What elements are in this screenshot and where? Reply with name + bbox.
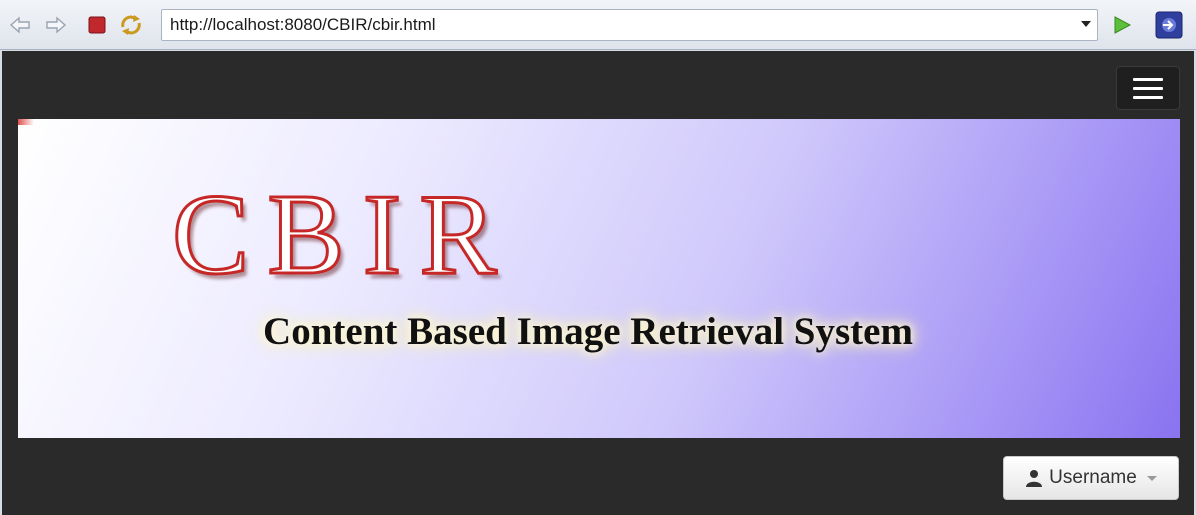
menu-bar-icon [1133,95,1163,99]
address-bar[interactable]: http://localhost:8080/CBIR/cbir.html [161,9,1098,41]
banner-subtitle: Content Based Image Retrieval System [263,310,913,353]
banner-title: CBIR [171,171,515,299]
cbir-banner-image: CBIR Content Based Image Retrieval Syste… [18,119,1180,438]
refresh-icon[interactable] [119,13,143,37]
launch-icon[interactable] [1155,11,1183,39]
url-text[interactable]: http://localhost:8080/CBIR/cbir.html [170,10,436,40]
username-dropdown-button[interactable]: Username [1003,456,1179,500]
username-label: Username [1049,467,1137,488]
caret-down-icon [1146,475,1157,481]
hamburger-menu-button[interactable] [1116,66,1180,110]
go-icon[interactable] [1110,13,1134,37]
chevron-down-icon[interactable] [1081,21,1091,27]
forward-icon[interactable] [44,13,68,37]
stop-icon[interactable] [85,13,109,37]
browser-toolbar: http://localhost:8080/CBIR/cbir.html [0,0,1196,50]
menu-bar-icon [1133,77,1163,81]
page-content: CBIR Content Based Image Retrieval Syste… [2,51,1194,515]
menu-bar-icon [1133,86,1163,90]
user-icon [1026,470,1043,487]
back-icon[interactable] [8,13,32,37]
banner-corner-accent [18,119,34,125]
